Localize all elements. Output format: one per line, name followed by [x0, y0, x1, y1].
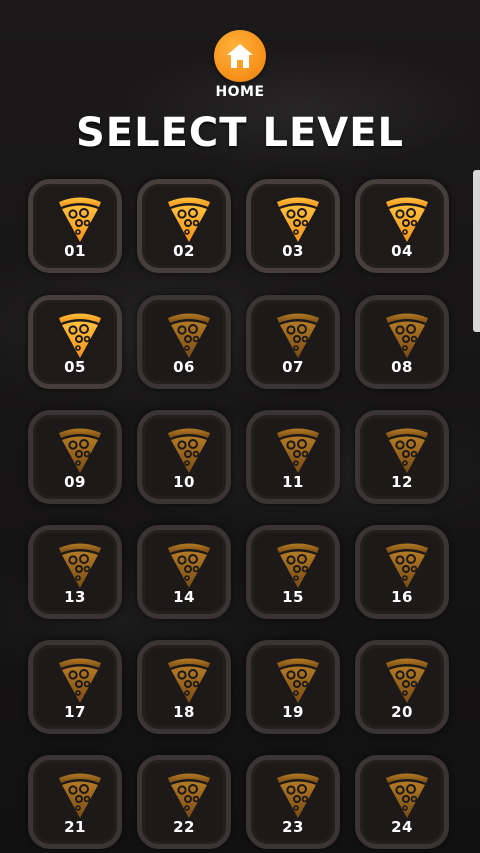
pizza-slice-icon — [277, 313, 319, 358]
level-number: 10 — [173, 473, 195, 491]
pizza-slice-icon — [386, 313, 428, 358]
level-number: 03 — [282, 242, 304, 260]
pizza-slice-icon — [386, 658, 428, 703]
level-number: 19 — [282, 703, 304, 721]
level-tile-10[interactable]: 10 — [137, 410, 231, 504]
level-tile-04[interactable]: 04 — [355, 179, 449, 273]
level-tile-05[interactable]: 05 — [28, 295, 122, 389]
pizza-slice-icon — [59, 428, 101, 473]
pizza-slice-icon — [59, 658, 101, 703]
level-number: 11 — [282, 473, 304, 491]
pizza-slice-icon — [168, 543, 210, 588]
level-number: 13 — [64, 588, 86, 606]
level-number: 20 — [391, 703, 413, 721]
level-number: 02 — [173, 242, 195, 260]
level-tile-02[interactable]: 02 — [137, 179, 231, 273]
level-number: 15 — [282, 588, 304, 606]
level-number: 21 — [64, 818, 86, 836]
level-tile-11[interactable]: 11 — [246, 410, 340, 504]
pizza-slice-icon — [59, 543, 101, 588]
pizza-slice-icon — [277, 658, 319, 703]
level-tile-14[interactable]: 14 — [137, 525, 231, 619]
level-tile-24[interactable]: 24 — [355, 755, 449, 849]
level-number: 05 — [64, 358, 86, 376]
level-tile-17[interactable]: 17 — [28, 640, 122, 734]
level-number: 16 — [391, 588, 413, 606]
level-number: 23 — [282, 818, 304, 836]
level-number: 06 — [173, 358, 195, 376]
level-number: 17 — [64, 703, 86, 721]
pizza-slice-icon — [59, 773, 101, 818]
scrollbar[interactable] — [473, 170, 480, 332]
level-number: 18 — [173, 703, 195, 721]
level-number: 12 — [391, 473, 413, 491]
level-number: 24 — [391, 818, 413, 836]
pizza-slice-icon — [277, 197, 319, 242]
level-tile-22[interactable]: 22 — [137, 755, 231, 849]
pizza-slice-icon — [277, 773, 319, 818]
level-tile-06[interactable]: 06 — [137, 295, 231, 389]
pizza-slice-icon — [168, 197, 210, 242]
pizza-slice-icon — [386, 197, 428, 242]
pizza-slice-icon — [386, 543, 428, 588]
level-tile-03[interactable]: 03 — [246, 179, 340, 273]
level-tile-08[interactable]: 08 — [355, 295, 449, 389]
level-tile-09[interactable]: 09 — [28, 410, 122, 504]
pizza-slice-icon — [277, 543, 319, 588]
pizza-slice-icon — [277, 428, 319, 473]
pizza-slice-icon — [59, 313, 101, 358]
level-tile-13[interactable]: 13 — [28, 525, 122, 619]
level-tile-12[interactable]: 12 — [355, 410, 449, 504]
level-tile-15[interactable]: 15 — [246, 525, 340, 619]
pizza-slice-icon — [386, 773, 428, 818]
level-tile-01[interactable]: 01 — [28, 179, 122, 273]
pizza-slice-icon — [59, 197, 101, 242]
pizza-slice-icon — [168, 773, 210, 818]
level-grid: 01 02 03 04 05 06 07 08 09 10 11 12 13 14 15 16 17 18 19 20… — [0, 0, 480, 853]
level-tile-20[interactable]: 20 — [355, 640, 449, 734]
level-tile-19[interactable]: 19 — [246, 640, 340, 734]
level-tile-21[interactable]: 21 — [28, 755, 122, 849]
level-number: 01 — [64, 242, 86, 260]
level-number: 07 — [282, 358, 304, 376]
level-number: 14 — [173, 588, 195, 606]
pizza-slice-icon — [386, 428, 428, 473]
pizza-slice-icon — [168, 313, 210, 358]
level-tile-16[interactable]: 16 — [355, 525, 449, 619]
level-number: 22 — [173, 818, 195, 836]
level-tile-07[interactable]: 07 — [246, 295, 340, 389]
pizza-slice-icon — [168, 658, 210, 703]
level-tile-18[interactable]: 18 — [137, 640, 231, 734]
level-number: 09 — [64, 473, 86, 491]
pizza-slice-icon — [168, 428, 210, 473]
level-tile-23[interactable]: 23 — [246, 755, 340, 849]
level-number: 08 — [391, 358, 413, 376]
level-number: 04 — [391, 242, 413, 260]
